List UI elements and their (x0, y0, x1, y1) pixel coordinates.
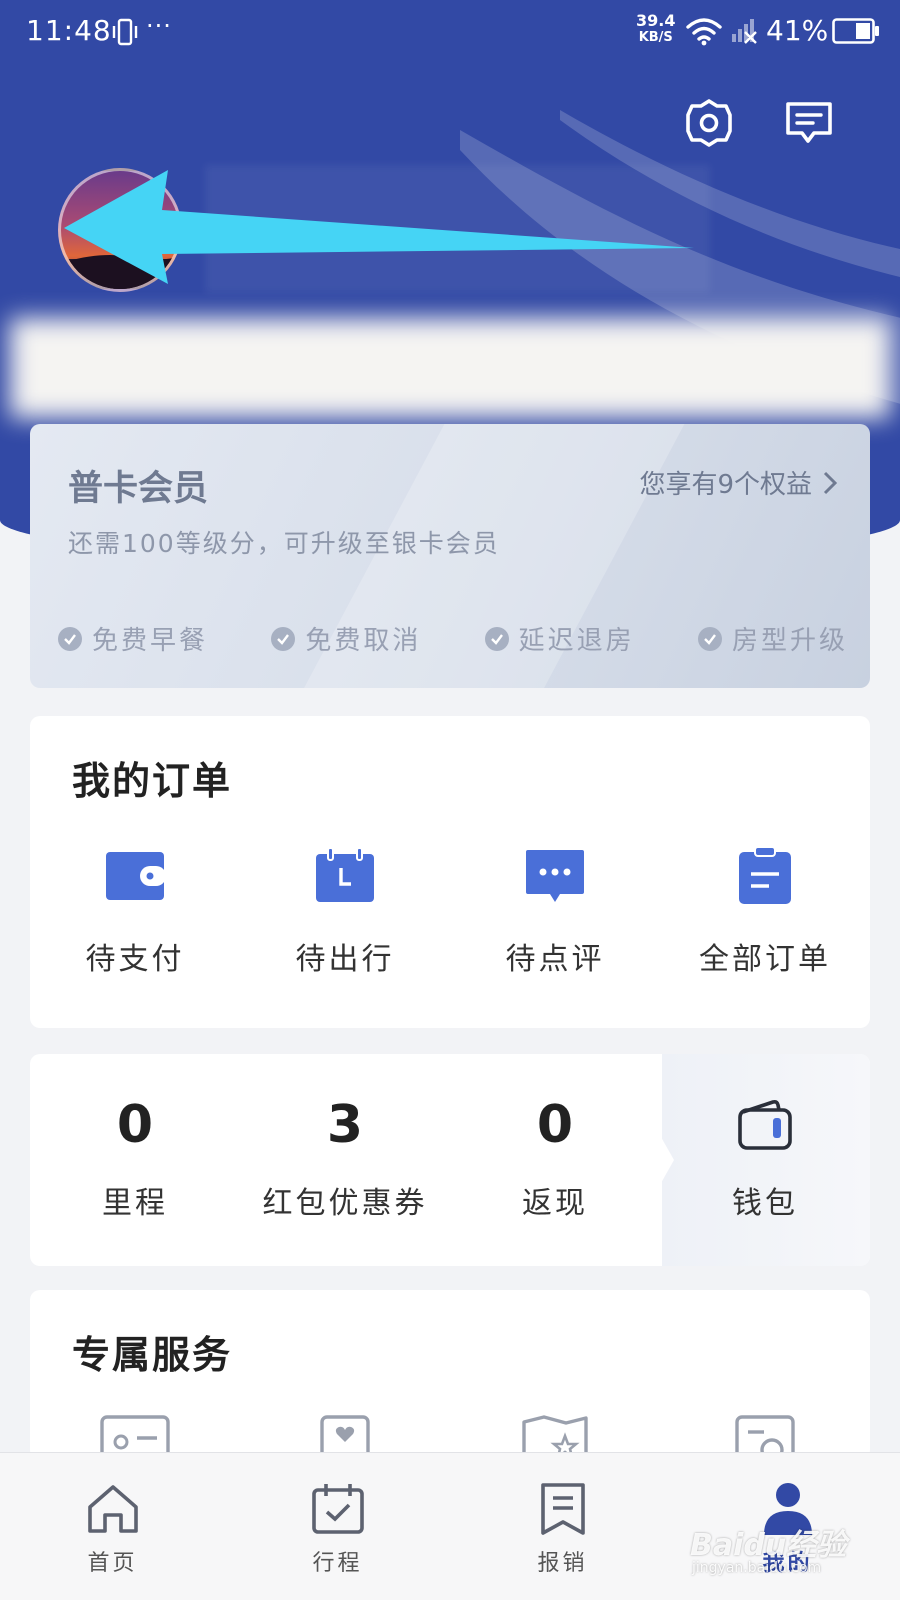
network-speed: 39.4 KB/S (636, 12, 675, 46)
cellular-signal-icon (732, 19, 757, 44)
asset-cashback[interactable]: 0 返现 (450, 1092, 660, 1222)
tab-trips[interactable]: 行程 (225, 1453, 450, 1600)
perk-list: 免费早餐 免费取消 延迟退房 房型升级 (58, 620, 848, 657)
tab-label: 行程 (312, 1551, 363, 1576)
check-circle-icon (484, 626, 509, 651)
orders-title: 我的订单 (72, 759, 233, 803)
watermark-brand: Baidu经验 (690, 1528, 847, 1563)
check-circle-icon (271, 626, 296, 651)
my-orders-card: 我的订单 待支付 待出行 待点评 全部订单 (30, 716, 870, 1028)
settings-button[interactable] (682, 96, 736, 150)
asset-wallet[interactable]: 钱包 (660, 1092, 870, 1222)
perk-label: 免费取消 (305, 626, 422, 656)
more-notifications: ··· (146, 12, 172, 40)
annotation-arrow-icon (64, 170, 694, 284)
tab-label: 首页 (87, 1551, 138, 1576)
battery-icon (832, 18, 879, 44)
asset-label: 钱包 (732, 1186, 798, 1221)
watermark-url: jingyan.baidu.com (692, 1560, 822, 1576)
order-all[interactable]: 全部订单 (660, 844, 870, 978)
clipboard-icon (733, 844, 797, 908)
wallet-outline-icon (732, 1092, 798, 1158)
asset-list: 0 里程 3 红包优惠券 0 返现 钱包 (30, 1092, 870, 1222)
exclusive-services-card: 专属服务 (30, 1290, 870, 1460)
message-button[interactable] (782, 96, 836, 150)
benefits-link[interactable]: 您享有9个权益 (639, 464, 838, 501)
membership-card[interactable]: 普卡会员 您享有9个权益 还需100等级分，可升级至银卡会员 免费早餐 免费取消… (30, 424, 870, 688)
perk-label: 免费早餐 (92, 626, 209, 656)
check-circle-icon (697, 626, 722, 651)
order-pending-payment[interactable]: 待支付 (30, 844, 240, 978)
order-label: 待点评 (505, 942, 605, 977)
chevron-right-icon (823, 471, 838, 494)
calendar-icon (313, 844, 377, 908)
redacted-strip (10, 318, 890, 418)
order-upcoming-trip[interactable]: 待出行 (240, 844, 450, 978)
battery-percentage: 41% (766, 14, 829, 47)
perk-item: 免费早餐 (58, 620, 208, 657)
asset-value: 0 (116, 1095, 154, 1155)
assets-card: 0 里程 3 红包优惠券 0 返现 钱包 (30, 1054, 870, 1266)
order-pending-review[interactable]: 待点评 (450, 844, 660, 978)
membership-level: 普卡会员 (68, 469, 209, 509)
message-icon (786, 102, 832, 143)
asset-label: 返现 (522, 1186, 588, 1221)
services-title: 专属服务 (72, 1333, 233, 1377)
perk-item: 延迟退房 (484, 620, 635, 657)
perk-item: 房型升级 (697, 620, 848, 657)
asset-label: 里程 (102, 1186, 168, 1221)
asset-coupons[interactable]: 3 红包优惠券 (240, 1092, 450, 1222)
trip-calendar-icon (310, 1481, 366, 1537)
membership-upgrade-hint: 还需100等级分，可升级至银卡会员 (68, 529, 500, 558)
settings-icon (686, 99, 732, 147)
wallet-icon (103, 844, 167, 908)
vibrate-icon (112, 18, 138, 46)
status-bar: 11:48 ··· 39.4 KB/S 41% (0, 0, 900, 64)
tab-reimbursement[interactable]: 报销 (450, 1453, 675, 1600)
wifi-icon (686, 18, 722, 46)
asset-value: 0 (536, 1095, 574, 1155)
order-label: 待支付 (85, 942, 185, 977)
network-speed-value: 39.4 (636, 11, 676, 30)
status-time: 11:48 (26, 14, 112, 47)
home-icon (85, 1481, 141, 1537)
tab-home[interactable]: 首页 (0, 1453, 225, 1600)
check-circle-icon (58, 626, 82, 651)
network-speed-unit: KB/S (638, 30, 673, 45)
order-label: 待出行 (295, 942, 395, 977)
receipt-icon (535, 1481, 591, 1537)
benefits-link-label: 您享有9个权益 (639, 470, 812, 500)
perk-label: 延迟退房 (518, 626, 635, 656)
perk-item: 免费取消 (271, 620, 421, 657)
asset-mileage[interactable]: 0 里程 (30, 1092, 240, 1222)
order-shortcuts: 待支付 待出行 待点评 全部订单 (30, 844, 870, 978)
asset-value: 3 (326, 1095, 364, 1155)
asset-label: 红包优惠券 (262, 1186, 428, 1221)
tab-label: 报销 (537, 1551, 588, 1576)
order-label: 全部订单 (699, 942, 831, 977)
comment-icon (523, 844, 587, 908)
perk-label: 房型升级 (731, 626, 848, 656)
